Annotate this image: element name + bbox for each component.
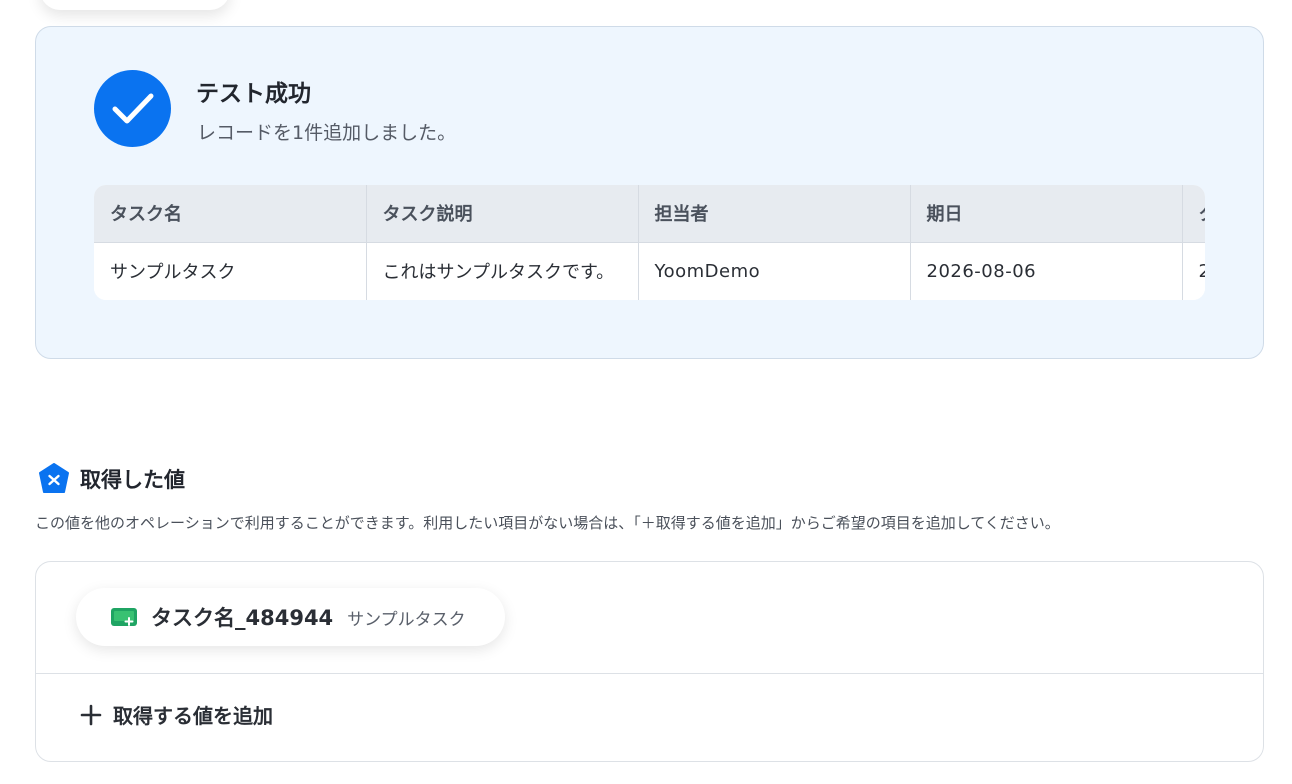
column-header: 期日 bbox=[910, 185, 1183, 242]
retrieved-values-header: 取得した値 bbox=[37, 462, 185, 496]
table-cell: これはサンプルタスクです。 bbox=[366, 241, 639, 300]
table-cell: YoomDemo bbox=[638, 241, 911, 300]
previous-card-shadow bbox=[40, 0, 230, 10]
table-cell: サンプルタスク bbox=[94, 241, 367, 300]
value-chip-value: サンプルタスク bbox=[347, 609, 466, 630]
column-header: タスク名 bbox=[94, 185, 367, 242]
value-chip[interactable]: タスク名_484944 サンプルタスク bbox=[76, 588, 505, 646]
column-header: タスク説明 bbox=[366, 185, 639, 242]
column-header: 担当者 bbox=[638, 185, 911, 242]
test-result-panel: テスト成功 レコードを1件追加しました。 タスク名 タスク説明 担当者 期日 タ… bbox=[35, 26, 1264, 359]
add-retrieved-value-button[interactable]: 取得する値を追加 bbox=[80, 700, 273, 729]
table-header-row: タスク名 タスク説明 担当者 期日 タ bbox=[94, 185, 1205, 242]
section-title: 取得した値 bbox=[80, 468, 185, 492]
plus-icon bbox=[80, 704, 102, 725]
table-cell: 2 bbox=[1182, 241, 1205, 300]
value-chip-name: タスク名_484944 bbox=[151, 606, 334, 630]
table-cell: 2026-08-06 bbox=[910, 241, 1183, 300]
add-button-label: 取得する値を追加 bbox=[113, 704, 273, 728]
divider bbox=[36, 673, 1263, 674]
success-check-icon bbox=[94, 70, 171, 147]
table-row: サンプルタスク これはサンプルタスクです。 YoomDemo 2026-08-0… bbox=[94, 241, 1205, 300]
yoom-pentagon-icon bbox=[39, 463, 69, 493]
column-header: タ bbox=[1182, 185, 1205, 242]
record-table: タスク名 タスク説明 担当者 期日 タ サンプルタスク これはサンプルタスクです… bbox=[94, 185, 1205, 300]
success-title: テスト成功 bbox=[196, 81, 311, 107]
retrieved-values-box: タスク名_484944 サンプルタスク 取得する値を追加 bbox=[35, 561, 1264, 762]
success-subtitle: レコードを1件追加しました。 bbox=[197, 122, 457, 144]
sheet-add-icon bbox=[111, 608, 137, 626]
section-description: この値を他のオペレーションで利用することができます。利用したい項目がない場合は、… bbox=[35, 514, 1060, 532]
